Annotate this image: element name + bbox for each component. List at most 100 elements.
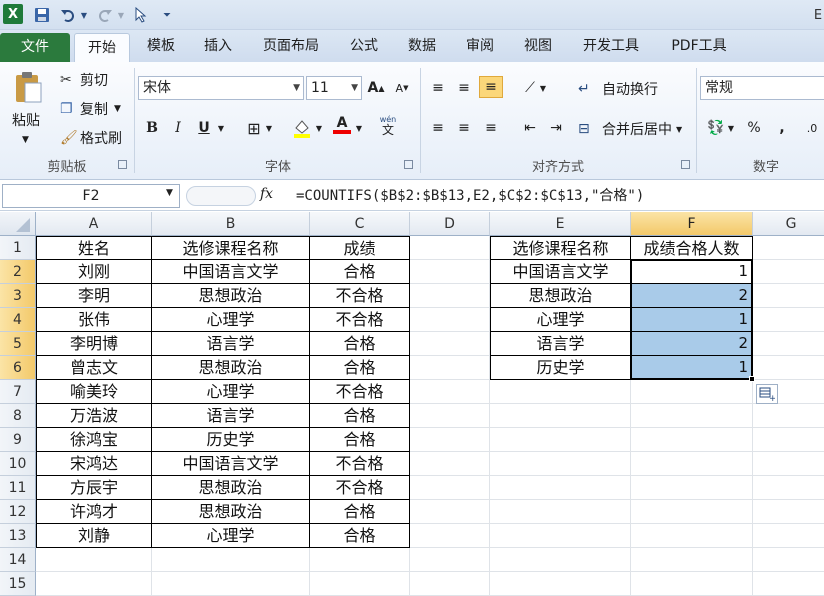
row-header[interactable]: 14 [0, 548, 36, 572]
align-top-icon[interactable]: ≡ [426, 77, 450, 99]
tab-file[interactable]: 文件 [0, 33, 70, 62]
shrink-font-icon[interactable]: A ▼ [390, 77, 414, 99]
alignment-launcher-icon[interactable] [681, 160, 690, 169]
cell-c8[interactable]: 合格 [310, 404, 410, 428]
cell-d12[interactable] [410, 500, 490, 524]
cell-c2[interactable]: 合格 [310, 260, 410, 284]
cell-b11[interactable]: 思想政治 [152, 476, 310, 500]
cell-d4[interactable] [410, 308, 490, 332]
cell-g13[interactable] [753, 524, 824, 548]
cell-d2[interactable] [410, 260, 490, 284]
percent-button[interactable]: % [742, 117, 766, 139]
column-header-d[interactable]: D [410, 212, 490, 236]
increase-indent-icon[interactable]: ⇥ [544, 117, 568, 139]
cell-f6[interactable]: 1 [631, 356, 753, 380]
cell-g9[interactable] [753, 428, 824, 452]
cell-g5[interactable] [753, 332, 824, 356]
cell-b4[interactable]: 心理学 [152, 308, 310, 332]
worksheet-grid[interactable]: ABCDEFG 1 姓名 选修课程名称 成绩 选修课程名称 成绩合格人数 2 刘刚 中国语言文学… [0, 212, 824, 596]
column-header-c[interactable]: C [310, 212, 410, 236]
row-header[interactable]: 7 [0, 380, 36, 404]
cell-b1[interactable]: 选修课程名称 [152, 236, 310, 260]
cell-a3[interactable]: 李明 [36, 284, 152, 308]
customize-toolbar-icon[interactable]: ⏷ [160, 5, 174, 25]
row-header[interactable]: 6 [0, 356, 36, 380]
name-box[interactable]: F2 [2, 184, 180, 208]
align-bottom-icon[interactable]: ≡ [479, 76, 503, 98]
cell-a10[interactable]: 宋鸿达 [36, 452, 152, 476]
clipboard-launcher-icon[interactable] [118, 160, 127, 169]
cell-g11[interactable] [753, 476, 824, 500]
row-header[interactable]: 8 [0, 404, 36, 428]
font-color-icon[interactable]: A [330, 114, 354, 136]
cell-e10[interactable] [490, 452, 631, 476]
cell-d11[interactable] [410, 476, 490, 500]
cell-b3[interactable]: 思想政治 [152, 284, 310, 308]
cell-b5[interactable]: 语言学 [152, 332, 310, 356]
cell-c4[interactable]: 不合格 [310, 308, 410, 332]
cell-e9[interactable] [490, 428, 631, 452]
tab-template[interactable]: 模板 [140, 30, 182, 62]
copy-dropdown-icon[interactable]: ▼ [114, 104, 121, 114]
cell-c6[interactable]: 合格 [310, 356, 410, 380]
tab-insert[interactable]: 插入 [198, 30, 238, 62]
cell-e12[interactable] [490, 500, 631, 524]
column-header-b[interactable]: B [152, 212, 310, 236]
tab-developer[interactable]: 开发工具 [576, 30, 646, 62]
tab-page-layout[interactable]: 页面布局 [256, 30, 326, 62]
cell-b6[interactable]: 思想政治 [152, 356, 310, 380]
number-format-select[interactable]: 常规 [700, 76, 824, 100]
select-all-corner[interactable] [0, 212, 36, 236]
name-box-dropdown-icon[interactable]: ▼ [166, 188, 173, 198]
cell-e7[interactable] [490, 380, 631, 404]
insert-function-icon[interactable]: fx [260, 186, 273, 202]
row-header[interactable]: 4 [0, 308, 36, 332]
row-header[interactable]: 12 [0, 500, 36, 524]
decrease-indent-icon[interactable]: ⇤ [518, 117, 542, 139]
font-size-select[interactable]: 11 ▼ [306, 76, 362, 100]
formula-input[interactable]: =COUNTIFS($B$2:$B$13,E2,$C$2:$C$13,"合格") [290, 184, 824, 208]
cell-f8[interactable] [631, 404, 753, 428]
row-header[interactable]: 1 [0, 236, 36, 260]
cell-d5[interactable] [410, 332, 490, 356]
cell-e5[interactable]: 语言学 [490, 332, 631, 356]
fill-dropdown-icon[interactable]: ▼ [312, 117, 326, 139]
row-header[interactable]: 15 [0, 572, 36, 596]
cell-a12[interactable]: 许鸿才 [36, 500, 152, 524]
cell-b8[interactable]: 语言学 [152, 404, 310, 428]
column-header-a[interactable]: A [36, 212, 152, 236]
cell-e6[interactable]: 历史学 [490, 356, 631, 380]
cell-a8[interactable]: 万浩波 [36, 404, 152, 428]
auto-fill-options-icon[interactable]: + [756, 384, 778, 404]
cell-a13[interactable]: 刘静 [36, 524, 152, 548]
cell-f3[interactable]: 2 [631, 284, 753, 308]
currency-dropdown-icon[interactable]: ▼ [724, 117, 738, 139]
cell-d15[interactable] [410, 572, 490, 596]
save-icon[interactable] [32, 5, 52, 25]
cell-g3[interactable] [753, 284, 824, 308]
cell-g4[interactable] [753, 308, 824, 332]
tab-view[interactable]: 视图 [518, 30, 558, 62]
cell-f11[interactable] [631, 476, 753, 500]
cell-b9[interactable]: 历史学 [152, 428, 310, 452]
cell-a5[interactable]: 李明博 [36, 332, 152, 356]
cell-g1[interactable] [753, 236, 824, 260]
increase-decimal-icon[interactable]: .0 [800, 117, 824, 139]
align-left-icon[interactable]: ≡ [426, 117, 450, 139]
cell-d6[interactable] [410, 356, 490, 380]
cell-f15[interactable] [631, 572, 753, 596]
cell-e11[interactable] [490, 476, 631, 500]
undo-dropdown-icon[interactable]: ▼ [79, 5, 89, 25]
phonetic-icon[interactable]: wén 文 [374, 114, 402, 136]
font-launcher-icon[interactable] [404, 160, 413, 169]
row-header[interactable]: 2 [0, 260, 36, 284]
row-header[interactable]: 3 [0, 284, 36, 308]
cell-c11[interactable]: 不合格 [310, 476, 410, 500]
comma-button[interactable]: , [770, 117, 794, 139]
column-header-g[interactable]: G [753, 212, 824, 236]
cell-f10[interactable] [631, 452, 753, 476]
cell-d13[interactable] [410, 524, 490, 548]
row-header[interactable]: 11 [0, 476, 36, 500]
align-center-icon[interactable]: ≡ [452, 117, 476, 139]
cell-c12[interactable]: 合格 [310, 500, 410, 524]
